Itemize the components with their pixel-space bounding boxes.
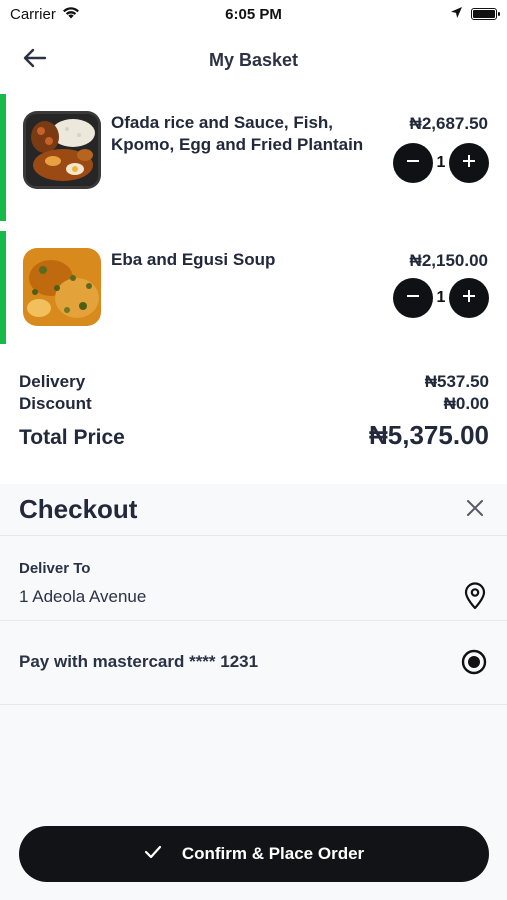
delivery-label: Delivery [19, 372, 86, 391]
plus-icon [462, 289, 476, 308]
quantity-value: 1 [436, 154, 446, 171]
checkout-header: Checkout [0, 484, 507, 536]
radio-selected-icon[interactable] [461, 649, 487, 675]
discount-value: ₦0.00 [443, 394, 489, 413]
discount-label: Discount [19, 394, 92, 413]
increase-button[interactable] [449, 278, 489, 318]
checkout-title: Checkout [19, 494, 138, 524]
checkmark-icon [144, 845, 162, 864]
carrier-label: Carrier [10, 5, 56, 23]
confirm-label: Confirm & Place Order [181, 844, 365, 863]
food-image [23, 111, 101, 189]
delivery-row: Delivery ₦537.50 [19, 372, 489, 394]
basket-item: Eba and Egusi Soup ₦2,150.00 1 [0, 231, 507, 344]
item-price: ₦2,687.50 [409, 114, 488, 133]
minus-icon [406, 154, 420, 173]
item-accent-bar [0, 94, 6, 221]
decrease-button[interactable] [393, 278, 433, 318]
plus-icon [462, 154, 476, 173]
item-name: Eba and Egusi Soup [111, 250, 276, 269]
close-button[interactable] [463, 498, 487, 522]
page-title: My Basket [208, 49, 299, 70]
wifi-icon [62, 6, 80, 23]
checkout-sheet: Checkout Deliver To 1 Adeola Avenue Pay … [0, 484, 507, 900]
total-value: ₦5,375.00 [369, 420, 489, 450]
payment-label: Pay with mastercard **** 1231 [19, 652, 259, 671]
status-bar: Carrier 6:05 PM [0, 0, 507, 28]
status-right [450, 6, 500, 23]
deliver-label: Deliver To [19, 560, 91, 577]
food-image [23, 248, 101, 326]
item-accent-bar [0, 231, 6, 344]
increase-button[interactable] [449, 143, 489, 183]
close-icon [466, 499, 484, 522]
item-name: Ofada rice and Sauce, Fish, Kpomo, Egg a… [111, 113, 364, 154]
quantity-value: 1 [436, 289, 446, 306]
quantity-stepper: 1 [393, 143, 489, 183]
basket-item: Ofada rice and Sauce, Fish, Kpomo, Egg a… [0, 94, 507, 221]
decrease-button[interactable] [393, 143, 433, 183]
status-left: Carrier [10, 6, 80, 23]
discount-row: Discount ₦0.00 [19, 394, 489, 416]
item-price: ₦2,150.00 [409, 251, 488, 270]
header: My Basket [0, 40, 507, 80]
location-pin-icon [463, 582, 487, 610]
payment-method-row[interactable]: Pay with mastercard **** 1231 [0, 621, 507, 705]
battery-icon [471, 8, 500, 20]
confirm-order-button[interactable]: Confirm & Place Order [19, 826, 489, 882]
deliver-address: 1 Adeola Avenue [19, 587, 147, 606]
total-row: Total Price ₦5,375.00 [19, 420, 489, 454]
quantity-stepper: 1 [393, 278, 489, 318]
back-button[interactable] [22, 48, 48, 72]
minus-icon [406, 289, 420, 308]
total-label: Total Price [19, 426, 125, 449]
arrow-left-icon [23, 48, 47, 73]
price-summary: Delivery ₦537.50 Discount ₦0.00 Total Pr… [19, 372, 489, 454]
deliver-to-row[interactable]: Deliver To 1 Adeola Avenue [0, 536, 507, 621]
delivery-value: ₦537.50 [424, 372, 489, 391]
location-arrow-icon [450, 6, 463, 23]
